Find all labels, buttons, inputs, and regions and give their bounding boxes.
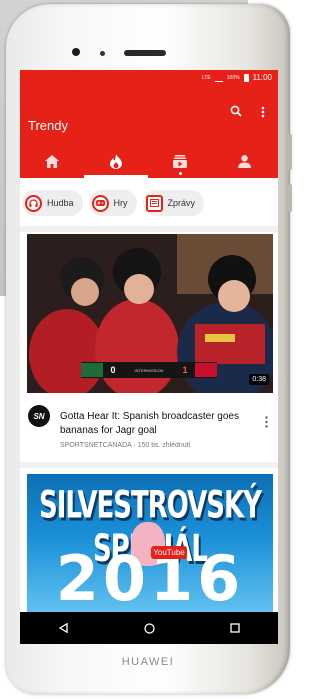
subscriptions-icon xyxy=(173,154,187,168)
scoreboard: 0 INTERMISSION 1 xyxy=(81,362,217,378)
recents-button[interactable] xyxy=(219,616,251,640)
chip-news[interactable]: Zprávy xyxy=(142,190,205,216)
battery-icon xyxy=(243,73,249,82)
selected-tab-indicator xyxy=(84,175,148,178)
score-right: 1 xyxy=(182,365,188,375)
chip-label: Hudba xyxy=(47,198,74,208)
more-options-icon[interactable] xyxy=(261,106,265,118)
chip-games[interactable]: Hry xyxy=(88,190,137,216)
chip-music[interactable]: Hudba xyxy=(22,190,83,216)
home-icon xyxy=(45,154,59,168)
game-period: INTERMISSION xyxy=(134,367,164,373)
search-icon[interactable] xyxy=(230,105,242,117)
status-bar: LTE 100% 11:00 xyxy=(202,73,272,82)
section-divider xyxy=(20,226,278,232)
news-icon xyxy=(145,194,163,212)
chip-label: Zprávy xyxy=(167,198,196,208)
channel-name: SPORTSNETCANADA xyxy=(60,442,132,449)
account-icon xyxy=(237,154,251,168)
channel-avatar[interactable]: SN xyxy=(28,405,50,427)
video-more-icon[interactable] xyxy=(265,416,268,428)
home-circle-icon xyxy=(143,622,155,634)
network-indicator: LTE xyxy=(201,74,211,81)
back-icon xyxy=(58,623,68,633)
phone-frame: HUAWEI LTE 100% 11:00 Trendy Hudba Hry Z… xyxy=(6,4,292,694)
tab-bar xyxy=(20,146,278,176)
team-logo-right xyxy=(195,363,217,377)
video-thumbnail[interactable]: SILVESTROVSKÝ SPECIÁL 2016 YouTube xyxy=(27,474,273,614)
tab-account[interactable] xyxy=(212,146,276,176)
flame-icon xyxy=(110,153,122,169)
battery-level: 100% xyxy=(226,74,240,81)
volume-button xyxy=(288,134,292,170)
thumbnail-year: 2016 xyxy=(55,542,245,614)
tab-subscriptions[interactable] xyxy=(148,146,212,176)
section-divider xyxy=(20,462,278,468)
video-thumbnail[interactable]: 0 INTERMISSION 1 0:38 xyxy=(27,234,273,393)
tab-trending[interactable] xyxy=(84,146,148,176)
tab-home[interactable] xyxy=(20,146,84,176)
system-nav-bar xyxy=(20,612,278,644)
youtube-badge: YouTube xyxy=(151,546,187,559)
headphones-icon xyxy=(25,194,42,212)
app-bar: LTE 100% 11:00 Trendy xyxy=(20,70,278,178)
team-logo-left xyxy=(81,363,103,377)
score-left: 0 xyxy=(110,365,116,375)
video-duration: 0:38 xyxy=(249,374,269,385)
front-camera xyxy=(72,48,80,56)
earpiece-speaker xyxy=(124,50,166,56)
sensor xyxy=(100,51,105,56)
recents-icon xyxy=(230,623,240,633)
brand-logo: HUAWEI xyxy=(121,656,175,668)
back-button[interactable] xyxy=(47,616,79,640)
power-button xyxy=(288,184,292,212)
view-count: 150 tis. zhlédnutí xyxy=(137,442,191,449)
page-title: Trendy xyxy=(28,118,68,133)
video-meta: SPORTSNETCANADA · 150 tis. zhlédnutí xyxy=(60,442,191,449)
home-button[interactable] xyxy=(133,616,165,640)
video-title[interactable]: Gotta Hear It: Spanish broadcaster goes … xyxy=(60,410,256,438)
phone-screen: LTE 100% 11:00 Trendy Hudba Hry Zprávy 0… xyxy=(20,70,278,644)
gamepad-icon xyxy=(91,194,109,212)
chip-label: Hry xyxy=(113,198,128,208)
category-chips: Hudba Hry Zprávy xyxy=(22,190,205,216)
signal-icon xyxy=(214,74,223,82)
clock: 11:00 xyxy=(252,73,272,82)
new-content-dot xyxy=(179,172,182,175)
